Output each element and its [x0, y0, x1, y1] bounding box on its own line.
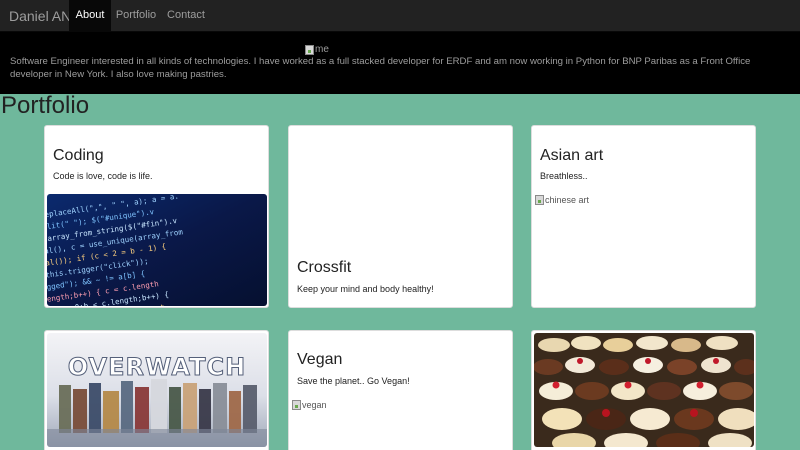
broken-image-icon — [305, 44, 314, 55]
nav-link-about[interactable]: About — [69, 0, 111, 31]
brand-link[interactable]: Daniel AN — [9, 8, 71, 24]
bio-text: Software Engineer interested in all kind… — [10, 56, 751, 80]
card-text: Code is love, code is life. — [53, 171, 153, 181]
top-navbar: Daniel AN About Portfolio Contact — [0, 0, 800, 32]
card-title: Asian art — [540, 147, 604, 164]
card-title: Vegan — [297, 351, 343, 368]
overwatch-banner-image: OVERWATCH — [47, 333, 267, 447]
card-title: Coding — [53, 147, 104, 164]
image-alt-text: chinese art — [545, 195, 590, 205]
card-text: Save the planet.. Go Vegan! — [297, 376, 410, 386]
pastries-image — [534, 333, 754, 447]
portfolio-card-vegan[interactable]: Vegan Save the planet.. Go Vegan! vegan — [288, 330, 513, 450]
portfolio-card-pastries[interactable] — [531, 330, 756, 450]
overwatch-logo-text: OVERWATCH — [68, 353, 246, 381]
code-screenshot-image: = replaceAll(",", " ", a); a = a. a.spli… — [47, 194, 267, 306]
broken-image-icon — [535, 195, 544, 205]
portfolio-card-coding[interactable]: Coding Code is love, code is life. = rep… — [44, 125, 269, 308]
card-title: Crossfit — [297, 259, 352, 276]
avatar: me — [305, 44, 329, 55]
vegan-image: vegan — [292, 400, 327, 410]
image-alt-text: vegan — [302, 400, 327, 410]
portfolio-card-asian-art[interactable]: Asian art Breathless.. chinese art — [531, 125, 756, 308]
portfolio-card-crossfit[interactable]: Crossfit Keep your mind and body healthy… — [288, 125, 513, 308]
avatar-alt-text: me — [315, 44, 329, 55]
nav-link-portfolio[interactable]: Portfolio — [111, 0, 161, 31]
portfolio-card-overwatch[interactable]: OVERWATCH — [44, 330, 269, 450]
chinese-art-image: chinese art — [535, 195, 589, 205]
nav-link-contact[interactable]: Contact — [161, 0, 211, 31]
card-text: Keep your mind and body healthy! — [297, 284, 434, 294]
card-text: Breathless.. — [540, 171, 588, 181]
portfolio-title: Portfolio — [1, 92, 90, 119]
broken-image-icon — [292, 400, 301, 410]
